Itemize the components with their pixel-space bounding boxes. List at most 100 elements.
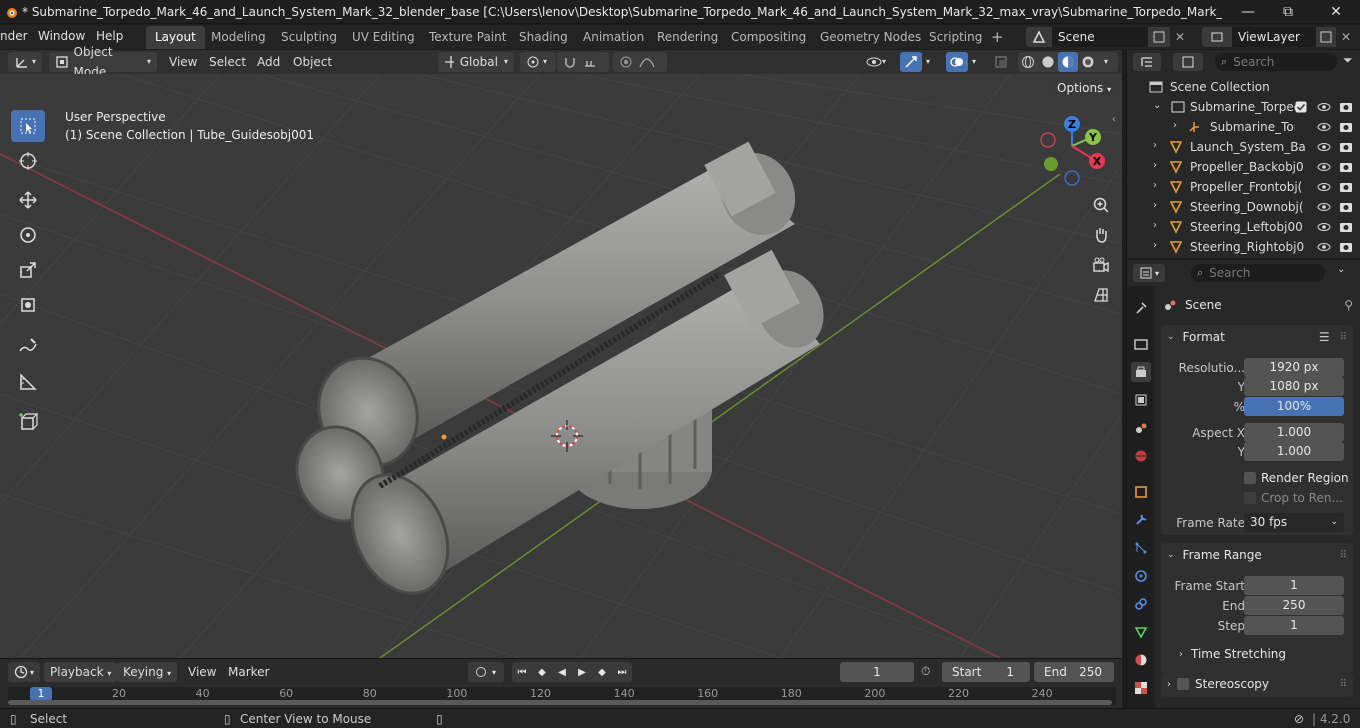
drag-handle-icon[interactable]: ⠿ [1340, 679, 1347, 690]
neg-z-icon[interactable] [1064, 170, 1080, 186]
outliner-row[interactable]: › Steering_Leftobj00 [1127, 217, 1360, 237]
camera-render-icon[interactable] [1339, 220, 1353, 234]
camera-render-icon[interactable] [1339, 180, 1353, 194]
outliner-search-input[interactable]: ⌕ Search [1215, 53, 1337, 71]
frame-rate-dropdown[interactable]: 30 fps ⌄ [1244, 513, 1344, 532]
minimize-button[interactable]: — [1238, 2, 1258, 22]
scene-selector[interactable]: Scene ✕ [1026, 27, 1190, 47]
tab-geometry-nodes[interactable]: Geometry Nodes [811, 26, 930, 49]
camera-render-icon[interactable] [1339, 100, 1353, 114]
rendered-shading-icon[interactable] [1078, 55, 1098, 69]
add-workspace-button[interactable]: + [982, 26, 1013, 49]
start-frame-field[interactable]: Start 1 [942, 662, 1030, 682]
play-icon[interactable]: ▶ [572, 667, 592, 678]
resolution-x-field[interactable]: 1920 px [1244, 358, 1344, 377]
next-keyframe-icon[interactable]: ◆ [592, 667, 612, 678]
gizmo-toggle[interactable]: ▾ [900, 52, 940, 72]
ortho-toggle-button[interactable] [1088, 282, 1114, 308]
mode-dropdown[interactable]: Object Mode ▾ [49, 45, 157, 79]
tab-sculpting[interactable]: Sculpting [272, 26, 346, 49]
render-region-row[interactable]: Render Region [1161, 468, 1353, 488]
keying-menu[interactable]: Keying ▾ [117, 662, 178, 682]
camera-view-button[interactable] [1088, 252, 1114, 278]
material-shading-icon[interactable] [1058, 52, 1078, 72]
menu-window[interactable]: Window [38, 29, 85, 43]
properties-options-icon[interactable]: ⌄ [1337, 264, 1345, 275]
maximize-button[interactable]: ⧉ [1278, 2, 1298, 22]
neg-x-icon[interactable] [1040, 132, 1056, 148]
properties-search-input[interactable]: ⌕ Search [1191, 264, 1325, 282]
wireframe-shading-icon[interactable] [1018, 55, 1038, 69]
frame-end-field[interactable]: 250 [1244, 596, 1344, 615]
time-stretching-subpanel[interactable]: › Time Stretching [1179, 647, 1286, 661]
tab-rendering[interactable]: Rendering [648, 26, 727, 49]
camera-render-icon[interactable] [1339, 160, 1353, 174]
scene-tab-icon[interactable] [1131, 418, 1151, 438]
timeline-editor-type-button[interactable]: ▾ [8, 662, 40, 682]
scene-name-field[interactable]: Scene [1052, 27, 1148, 47]
outliner-scene-collection[interactable]: Scene Collection [1127, 77, 1360, 97]
world-tab-icon[interactable] [1131, 446, 1151, 466]
tab-scripting[interactable]: Scripting [920, 26, 991, 49]
select-box-tool[interactable] [11, 110, 45, 142]
tab-uv-editing[interactable]: UV Editing [343, 26, 424, 49]
particles-tab-icon[interactable] [1131, 538, 1151, 558]
tab-modeling[interactable]: Modeling [202, 26, 275, 49]
tab-animation[interactable]: Animation [574, 26, 653, 49]
visibility-dropdown[interactable]: ▾ [866, 52, 894, 72]
camera-render-icon[interactable] [1339, 120, 1353, 134]
outliner-row[interactable]: ⌄ Submarine_Torped [1127, 97, 1360, 117]
view-layer-name-field[interactable]: ViewLayer [1232, 27, 1316, 47]
navigation-gizmo[interactable]: Z Y X [1034, 112, 1114, 188]
jump-end-icon[interactable]: ⏭ [612, 667, 632, 678]
zoom-button[interactable] [1088, 192, 1114, 218]
data-tab-icon[interactable] [1131, 622, 1151, 642]
expand-chevron-icon[interactable]: › [1153, 180, 1157, 191]
delete-view-layer-icon[interactable]: ✕ [1336, 27, 1356, 47]
constraints-tab-icon[interactable] [1131, 594, 1151, 614]
eye-icon[interactable] [1317, 160, 1331, 174]
new-view-layer-icon[interactable] [1316, 27, 1336, 47]
expand-chevron-icon[interactable]: › [1173, 120, 1177, 131]
close-button[interactable]: ✕ [1326, 2, 1346, 22]
outliner-row[interactable]: › Steering_Rightobj0 [1127, 237, 1360, 257]
camera-render-icon[interactable] [1339, 240, 1353, 254]
xray-toggle[interactable] [994, 52, 1014, 72]
timeline-ruler[interactable]: 20 40 60 80 100 120 140 160 180 200 220 240 1 [8, 687, 1116, 705]
eye-icon[interactable] [1317, 240, 1331, 254]
menu-add[interactable]: Add [257, 52, 280, 72]
eye-icon[interactable] [1317, 200, 1331, 214]
crop-checkbox[interactable] [1244, 492, 1256, 504]
physics-tab-icon[interactable] [1131, 566, 1151, 586]
cursor-tool[interactable] [11, 145, 45, 177]
transform-orientation-dropdown[interactable]: Global ▾ [438, 52, 514, 72]
annotate-tool[interactable] [11, 330, 45, 362]
frame-range-panel-header[interactable]: ⌄ Frame Range ⠿ [1167, 548, 1347, 562]
current-frame-field[interactable]: 1 [840, 662, 914, 682]
render-tab-icon[interactable] [1131, 334, 1151, 354]
resolution-percent-slider[interactable]: 100% [1244, 397, 1344, 416]
tab-shading[interactable]: Shading [510, 26, 577, 49]
jump-start-icon[interactable]: ⏮ [512, 667, 532, 678]
stereoscopy-checkbox[interactable] [1177, 678, 1189, 690]
overlays-toggle[interactable]: ▾ [946, 52, 986, 72]
outliner-row[interactable]: › Propeller_Backobj0 [1127, 157, 1360, 177]
stopwatch-icon[interactable]: ⏱ [921, 664, 930, 679]
delete-scene-icon[interactable]: ✕ [1170, 27, 1190, 47]
menu-view[interactable]: View [169, 52, 197, 72]
scale-tool[interactable] [11, 254, 45, 286]
expand-chevron-icon[interactable]: › [1153, 200, 1157, 211]
menu-render[interactable]: nder [0, 29, 28, 43]
play-reverse-icon[interactable]: ◀ [552, 667, 572, 678]
rotate-tool[interactable] [11, 219, 45, 251]
modifier-tab-icon[interactable] [1131, 510, 1151, 530]
aspect-x-field[interactable]: 1.000 [1244, 423, 1344, 442]
drag-handle-icon[interactable]: ⠿ [1340, 332, 1347, 343]
shading-options-icon[interactable]: ▾ [1098, 52, 1114, 72]
tab-texture-paint[interactable]: Texture Paint [420, 26, 515, 49]
pan-button[interactable] [1088, 222, 1114, 248]
editor-type-button[interactable]: ▾ [8, 52, 42, 72]
expand-chevron-icon[interactable]: › [1153, 220, 1157, 231]
camera-render-icon[interactable] [1339, 140, 1353, 154]
proportional-editing-toggle[interactable] [613, 52, 667, 72]
